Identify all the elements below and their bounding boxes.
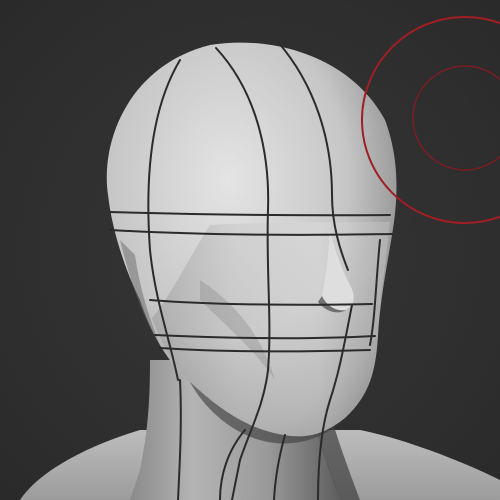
brush-inner-ring — [412, 65, 500, 171]
sculpt-canvas[interactable] — [0, 0, 500, 500]
zbrush-viewport[interactable] — [0, 0, 500, 500]
